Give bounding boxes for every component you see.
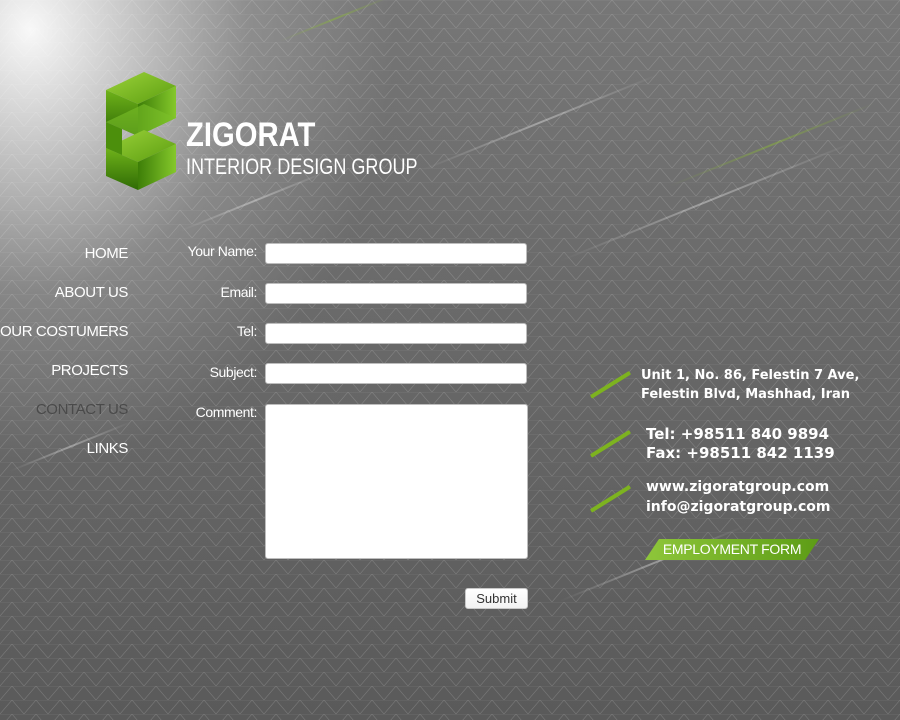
nav-item-about-us[interactable]: ABOUT US — [0, 279, 129, 318]
subject-input[interactable] — [265, 363, 527, 384]
name-input[interactable] — [265, 243, 527, 264]
name-label: Your Name: — [187, 243, 258, 259]
subject-label: Subject: — [209, 364, 258, 380]
nav-item-links[interactable]: LINKS — [0, 435, 129, 474]
email-link[interactable]: info@zigoratgroup.com — [646, 497, 830, 517]
tel-label: Tel: — [236, 323, 258, 339]
brand-tagline: INTERIOR DESIGN GROUP — [186, 154, 418, 179]
address-line2: Felestin Blvd, Mashhad, Iran — [641, 387, 851, 402]
tel-input[interactable] — [265, 323, 527, 344]
zigorat-logo-icon — [106, 72, 176, 190]
fax-number: Fax: +98511 842 1139 — [646, 444, 835, 462]
submit-button[interactable]: Submit — [465, 588, 528, 609]
nav-item-our-costumers[interactable]: OUR COSTUMERS — [0, 318, 129, 357]
employment-form-button[interactable]: EMPLOYMENT FORM — [645, 539, 819, 560]
phone-block: Tel: +98511 840 9894 Fax: +98511 842 113… — [646, 425, 835, 463]
brand-name: ZIGORAT — [186, 116, 316, 154]
address-block: Unit 1, No. 86, Felestin 7 Ave, Felestin… — [641, 366, 859, 404]
tel-number: Tel: +98511 840 9894 — [646, 425, 830, 443]
nav-item-projects[interactable]: PROJECTS — [0, 357, 128, 396]
address-line1: Unit 1, No. 86, Felestin 7 Ave, — [641, 368, 860, 383]
employment-form-label: EMPLOYMENT FORM — [662, 541, 802, 557]
email-label: Email: — [220, 284, 258, 300]
comment-label: Comment: — [195, 404, 258, 420]
web-block: www.zigoratgroup.com info@zigoratgroup.c… — [646, 477, 830, 517]
website-link[interactable]: www.zigoratgroup.com — [646, 477, 830, 497]
nav-item-contact-us[interactable]: CONTACT US — [0, 396, 129, 435]
email-input[interactable] — [265, 283, 527, 304]
main-navigation: HOME ABOUT US OUR COSTUMERS PROJECTS CON… — [0, 240, 129, 474]
nav-item-home[interactable]: HOME — [0, 240, 129, 279]
comment-textarea[interactable] — [265, 404, 528, 559]
